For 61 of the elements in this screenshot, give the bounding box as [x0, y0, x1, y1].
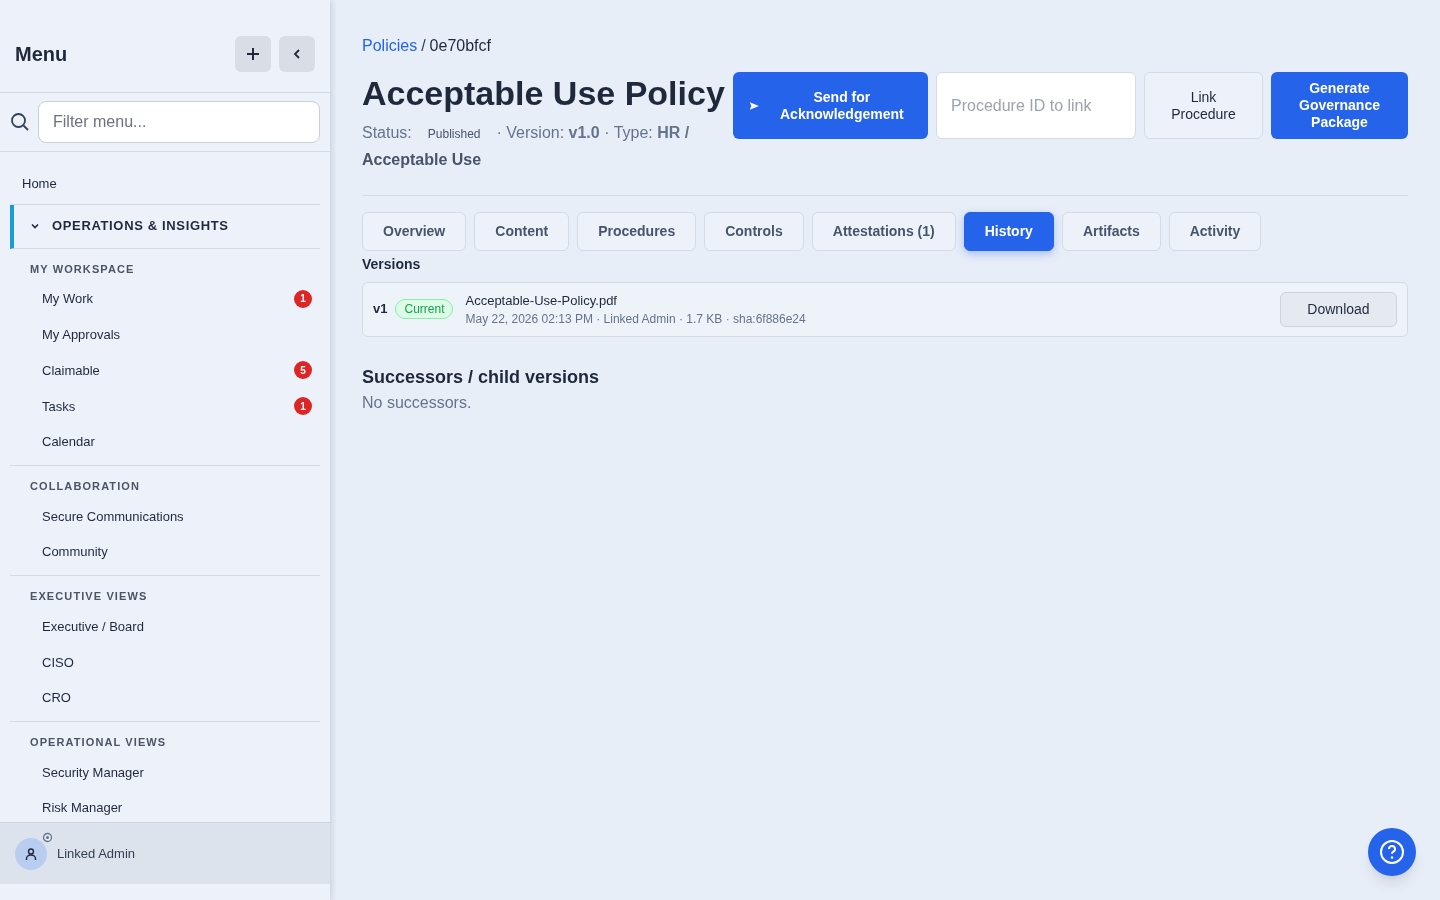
- section-toggle[interactable]: OPERATIONS & INSIGHTS: [10, 204, 320, 249]
- tab[interactable]: Controls: [704, 211, 804, 251]
- status-label: Status:: [362, 123, 412, 141]
- plus-icon: [245, 46, 261, 62]
- home-link[interactable]: Home: [10, 164, 320, 205]
- tab[interactable]: History: [963, 211, 1054, 251]
- chevron-left-icon: [291, 48, 303, 60]
- section-title: Successors / child versions: [362, 365, 601, 389]
- policy-details: · Version: v1.0 · Type: HR /: [496, 123, 690, 141]
- menu-title: Menu: [15, 42, 68, 67]
- tab[interactable]: Overview: [362, 211, 467, 251]
- menu-item[interactable]: My Approvals: [42, 324, 121, 345]
- procedure-field[interactable]: Procedure ID to link: [936, 72, 1136, 139]
- section-heading: EXECUTIVE VIEWS: [29, 589, 149, 605]
- generate-button[interactable]: Generate Governance Package: [1271, 72, 1408, 139]
- filter-field[interactable]: Filter menu...: [38, 101, 320, 143]
- empty-message: No successors.: [362, 392, 473, 413]
- current-tag: Current: [395, 299, 454, 319]
- count-badge: 5: [294, 361, 312, 380]
- menu-item[interactable]: Claimable: [42, 360, 100, 381]
- chevron-down-icon: [30, 221, 40, 231]
- add-button[interactable]: [235, 36, 271, 72]
- link-button[interactable]: Link Procedure: [1144, 72, 1263, 139]
- download-button[interactable]: Download: [1280, 291, 1397, 327]
- section-heading: OPERATIONAL VIEWS: [29, 734, 168, 750]
- tab[interactable]: Attestations (1): [811, 211, 956, 251]
- send-icon: [749, 99, 760, 112]
- menu-item[interactable]: CRO: [42, 688, 71, 708]
- tab[interactable]: Content: [474, 211, 570, 251]
- count-badge: 1: [294, 289, 312, 308]
- help-button[interactable]: [1368, 828, 1416, 876]
- send-button[interactable]: Send for Acknowledgement: [733, 72, 928, 139]
- breadcrumb-current: 0e70bfcf: [429, 36, 491, 56]
- search-icon: [10, 112, 30, 132]
- menu-item[interactable]: Community: [42, 542, 108, 562]
- section-title: Versions: [362, 254, 422, 274]
- menu-item[interactable]: Executive / Board: [42, 616, 144, 637]
- breadcrumb-separator: /: [421, 36, 426, 56]
- menu-item[interactable]: My Work: [42, 289, 94, 309]
- section-heading: MY WORKSPACE: [29, 261, 136, 277]
- user-name: Linked Admin: [57, 844, 136, 863]
- policy-type: Acceptable Use: [362, 149, 483, 170]
- version-meta: May 22, 2026 02:13 PM · Linked Admin · 1.7 KB · sha:6f886e24: [465, 310, 807, 327]
- count-badge: 1: [294, 397, 312, 416]
- page-title: Acceptable Use Policy: [362, 73, 725, 114]
- status-text: Published: [427, 126, 481, 141]
- tab[interactable]: Procedures: [577, 211, 697, 251]
- breadcrumb-link[interactable]: Policies: [362, 34, 418, 58]
- avatar-icon[interactable]: [15, 837, 47, 870]
- help-icon: [1379, 839, 1405, 865]
- file-name: Acceptable-Use-Policy.pdf: [465, 292, 618, 311]
- section-heading: COLLABORATION: [29, 479, 142, 494]
- menu-item[interactable]: Secure Communications: [42, 506, 184, 527]
- menu-item[interactable]: Risk Manager: [42, 798, 123, 818]
- menu-item[interactable]: Calendar: [42, 432, 95, 452]
- tab[interactable]: Activity: [1168, 211, 1262, 251]
- menu-item[interactable]: Tasks: [42, 396, 76, 417]
- version-number: v1: [373, 300, 388, 319]
- menu-item[interactable]: CISO: [42, 652, 74, 672]
- menu-item[interactable]: Security Manager: [42, 762, 144, 783]
- tab[interactable]: Artifacts: [1061, 211, 1161, 251]
